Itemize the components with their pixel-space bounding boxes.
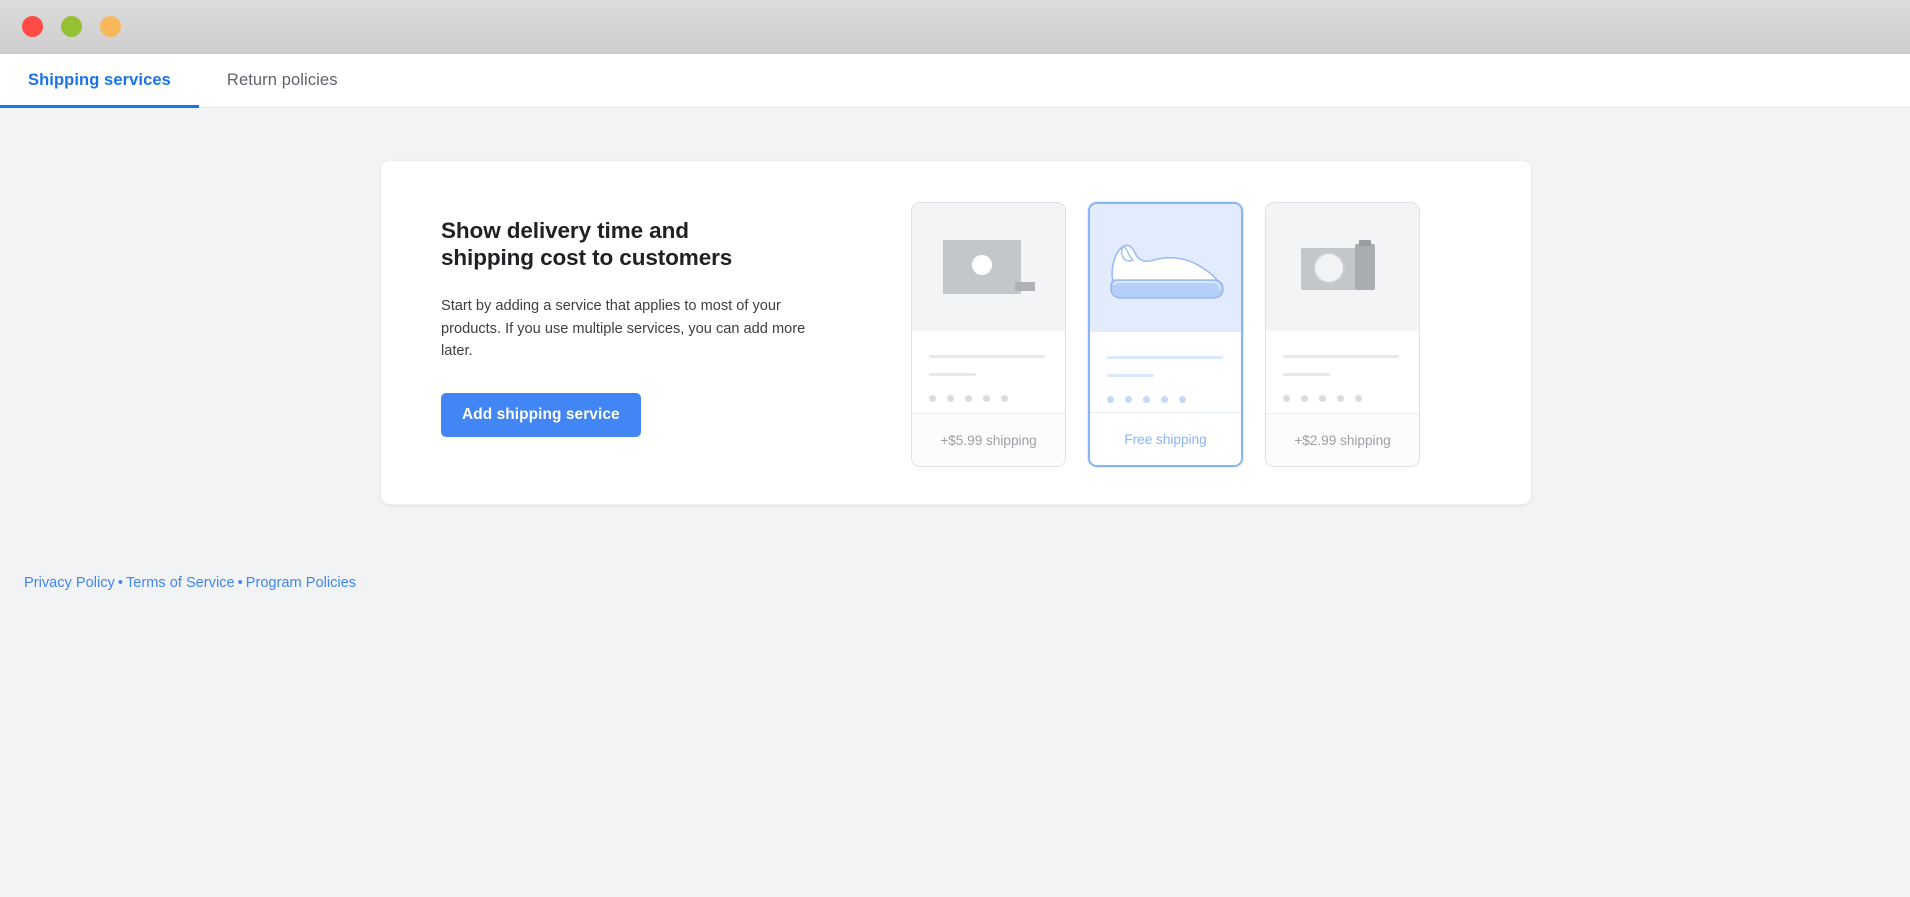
- placeholder-line-short: [1283, 373, 1330, 376]
- rating-dot: [983, 395, 990, 402]
- image-placeholder-icon: [942, 240, 1035, 294]
- rating-dot: [1179, 396, 1186, 403]
- rating-dot: [965, 395, 972, 402]
- page-content: Show delivery time and shipping cost to …: [0, 108, 1910, 897]
- add-shipping-service-button[interactable]: Add shipping service: [441, 392, 641, 437]
- tab-shipping-services[interactable]: Shipping services: [0, 54, 199, 108]
- link-program-policies[interactable]: Program Policies: [246, 575, 356, 591]
- close-window-button[interactable]: [22, 16, 43, 37]
- tab-bar: Shipping services Return policies: [0, 54, 1910, 108]
- tab-label: Return policies: [226, 71, 338, 89]
- rating-dot: [1125, 396, 1132, 403]
- shoe-icon: [1109, 244, 1224, 299]
- footer-separator: •: [237, 575, 243, 591]
- product-image-area: [1090, 204, 1241, 332]
- footer-links: Privacy Policy • Terms of Service • Program …: [24, 575, 356, 591]
- rating-dot: [1107, 396, 1114, 403]
- placeholder-line-long: [929, 355, 1045, 358]
- placeholder-line-short: [1107, 374, 1154, 377]
- product-image-area: [1266, 203, 1419, 331]
- shipping-setup-panel: Show delivery time and shipping cost to …: [380, 160, 1532, 505]
- window-controls: [22, 16, 121, 37]
- product-card-body: [912, 331, 1065, 413]
- page-title: Show delivery time and shipping cost to …: [441, 218, 733, 270]
- shipping-label: +$2.99 shipping: [1266, 413, 1419, 466]
- rating-dots: [929, 395, 1048, 402]
- placeholder-line-long: [1283, 355, 1399, 358]
- rating-dots: [1283, 395, 1402, 402]
- placeholder-line-short: [929, 373, 976, 376]
- rating-dot: [1161, 396, 1168, 403]
- window-titlebar: [0, 0, 1910, 54]
- rating-dot: [1001, 395, 1008, 402]
- link-terms-of-service[interactable]: Terms of Service: [126, 575, 235, 591]
- product-preview-cards: +$5.99 shipping Free shipping +$2.99 shi…: [911, 161, 1420, 467]
- rating-dot: [1319, 395, 1326, 402]
- rating-dots: [1107, 396, 1224, 403]
- panel-text-column: Show delivery time and shipping cost to …: [381, 161, 911, 437]
- product-image-area: [912, 203, 1065, 331]
- camera-icon: [1300, 240, 1375, 290]
- link-privacy-policy[interactable]: Privacy Policy: [24, 575, 115, 591]
- tab-return-policies[interactable]: Return policies: [199, 54, 366, 107]
- product-card-3[interactable]: +$2.99 shipping: [1265, 202, 1420, 467]
- rating-dot: [1355, 395, 1362, 402]
- shipping-label: +$5.99 shipping: [912, 413, 1065, 466]
- panel-description: Start by adding a service that applies t…: [441, 298, 806, 359]
- product-card-1[interactable]: +$5.99 shipping: [911, 202, 1066, 467]
- minimize-window-button[interactable]: [61, 16, 82, 37]
- tab-label: Shipping services: [28, 71, 171, 89]
- rating-dot: [1143, 396, 1150, 403]
- rating-dot: [947, 395, 954, 402]
- maximize-window-button[interactable]: [100, 16, 121, 37]
- rating-dot: [1301, 395, 1308, 402]
- product-card-2[interactable]: Free shipping: [1088, 202, 1243, 467]
- footer-separator: •: [117, 575, 123, 591]
- product-card-body: [1090, 332, 1241, 412]
- shipping-label: Free shipping: [1090, 412, 1241, 465]
- rating-dot: [1337, 395, 1344, 402]
- placeholder-line-long: [1107, 356, 1223, 359]
- rating-dot: [929, 395, 936, 402]
- product-card-body: [1266, 331, 1419, 413]
- rating-dot: [1283, 395, 1290, 402]
